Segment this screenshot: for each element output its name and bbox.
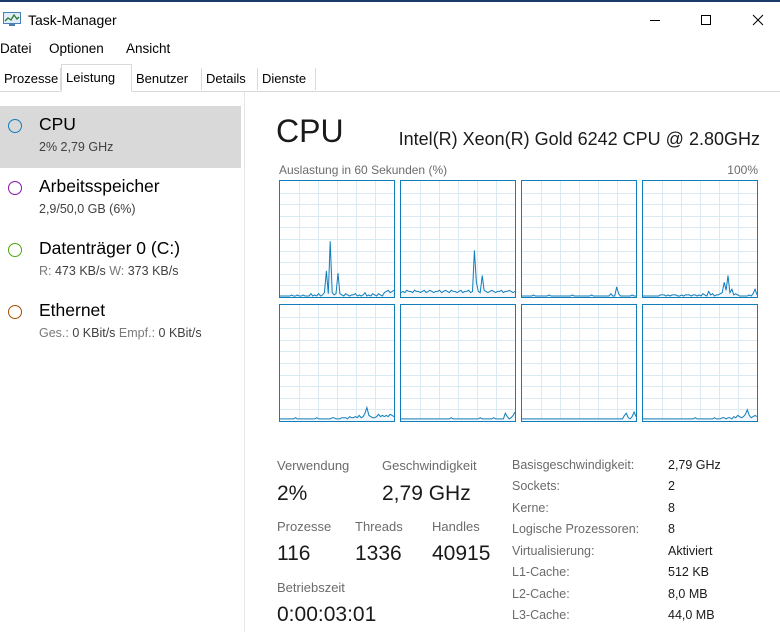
l2-cache-value: 8,0 MB — [668, 587, 708, 601]
disk-write-label: W: — [109, 264, 125, 278]
uptime-value: 0:00:03:01 — [277, 603, 377, 626]
tab-benutzer[interactable]: Benutzer — [132, 68, 202, 90]
logical-processors-value: 8 — [668, 522, 675, 536]
maximize-button[interactable] — [683, 2, 729, 37]
menu-ansicht[interactable]: Ansicht — [126, 41, 170, 56]
core-graph-2 — [521, 180, 637, 298]
sidebar-item-detail: R: 473 KB/s W: 373 KB/s — [39, 264, 178, 278]
core-graph-0 — [279, 180, 395, 298]
threads-value: 1336 — [355, 542, 402, 565]
tab-bar: Prozesse Leistung Benutzer Details Diens… — [0, 64, 780, 92]
base-speed-value: 2,79 GHz — [668, 458, 721, 472]
ethernet-receive-value: 0 KBit/s — [158, 326, 202, 340]
logical-processors-label: Logische Prozessoren: — [512, 522, 640, 536]
speed-label: Geschwindigkeit — [382, 458, 477, 473]
maximize-icon — [701, 14, 711, 25]
tab-prozesse[interactable]: Prozesse — [0, 68, 61, 90]
processes-value: 116 — [277, 542, 311, 565]
core-graph-1 — [400, 180, 516, 298]
usage-value: 2% — [277, 482, 308, 505]
close-icon — [752, 14, 764, 25]
core-graph-7 — [642, 304, 758, 422]
minimize-icon — [650, 19, 660, 21]
sidebar-item-name: Datenträger 0 (C:) — [39, 238, 181, 258]
disk-indicator-icon — [8, 243, 22, 257]
disk-read-value: 473 KB/s — [54, 264, 106, 278]
tab-leistung[interactable]: Leistung — [61, 64, 132, 92]
virtualization-label: Virtualisierung: — [512, 544, 595, 558]
title-bar[interactable]: Task-Manager — [0, 2, 780, 37]
cpu-model: Intel(R) Xeon(R) Gold 6242 CPU @ 2.80GHz — [398, 129, 760, 149]
tab-dienste[interactable]: Dienste — [258, 68, 316, 90]
performance-sidebar: CPU 2% 2,79 GHz Arbeitsspeicher 2,9/50,0… — [0, 92, 245, 632]
uptime-label: Betriebszeit — [277, 580, 345, 595]
l2-cache-label: L2-Cache: — [512, 587, 570, 601]
ethernet-receive-label: Empf.: — [118, 326, 156, 340]
sidebar-item-disk[interactable]: Datenträger 0 (C:) R: 473 KB/s W: 373 KB… — [0, 230, 241, 292]
sidebar-item-detail: 2,9/50,0 GB (6%) — [39, 202, 136, 216]
cores-value: 8 — [668, 501, 675, 515]
minimize-button[interactable] — [632, 2, 678, 37]
sidebar-item-cpu[interactable]: CPU 2% 2,79 GHz — [0, 106, 241, 168]
sidebar-item-ethernet[interactable]: Ethernet Ges.: 0 KBit/s Empf.: 0 KBit/s — [0, 292, 241, 354]
sidebar-item-name: Ethernet — [39, 300, 106, 320]
processes-label: Prozesse — [277, 519, 332, 534]
base-speed-label: Basisgeschwindigkeit: — [512, 458, 635, 472]
cpu-core-graphs — [279, 180, 759, 428]
sidebar-item-detail: Ges.: 0 KBit/s Empf.: 0 KBit/s — [39, 326, 202, 340]
graph-caption: Auslastung in 60 Sekunden (%) — [279, 163, 448, 177]
core-graph-6 — [521, 304, 637, 422]
ethernet-send-value: 0 KBit/s — [72, 326, 116, 340]
menu-optionen[interactable]: Optionen — [49, 41, 104, 56]
virtualization-value: Aktiviert — [668, 544, 713, 558]
disk-read-label: R: — [39, 264, 52, 278]
disk-write-value: 373 KB/s — [127, 264, 179, 278]
l1-cache-label: L1-Cache: — [512, 565, 570, 579]
tab-details[interactable]: Details — [202, 68, 258, 90]
usage-label: Verwendung — [277, 458, 350, 473]
handles-value: 40915 — [432, 542, 491, 565]
core-graph-4 — [279, 304, 395, 422]
speed-value: 2,79 GHz — [382, 482, 471, 505]
core-graph-5 — [400, 304, 516, 422]
page-title: CPU — [276, 113, 344, 149]
task-manager-icon — [3, 12, 21, 27]
sidebar-item-memory[interactable]: Arbeitsspeicher 2,9/50,0 GB (6%) — [0, 168, 241, 230]
window-title: Task-Manager — [28, 12, 117, 28]
l3-cache-value: 44,0 MB — [668, 608, 715, 622]
sidebar-item-name: Arbeitsspeicher — [39, 176, 160, 196]
cores-label: Kerne: — [512, 501, 549, 515]
memory-indicator-icon — [8, 181, 22, 195]
handles-label: Handles — [432, 519, 480, 534]
threads-label: Threads — [355, 519, 403, 534]
close-button[interactable] — [735, 2, 780, 37]
sidebar-item-detail: 2% 2,79 GHz — [39, 140, 114, 154]
cpu-indicator-icon — [8, 119, 22, 133]
l3-cache-label: L3-Cache: — [512, 608, 570, 622]
core-graph-3 — [642, 180, 758, 298]
l1-cache-value: 512 KB — [668, 565, 710, 579]
sockets-label: Sockets: — [512, 479, 560, 493]
sockets-value: 2 — [668, 479, 675, 493]
sidebar-item-name: CPU — [39, 114, 76, 134]
graph-max-label: 100% — [727, 163, 758, 177]
ethernet-indicator-icon — [8, 305, 22, 319]
ethernet-send-label: Ges.: — [39, 326, 69, 340]
menu-datei[interactable]: Datei — [0, 41, 32, 56]
